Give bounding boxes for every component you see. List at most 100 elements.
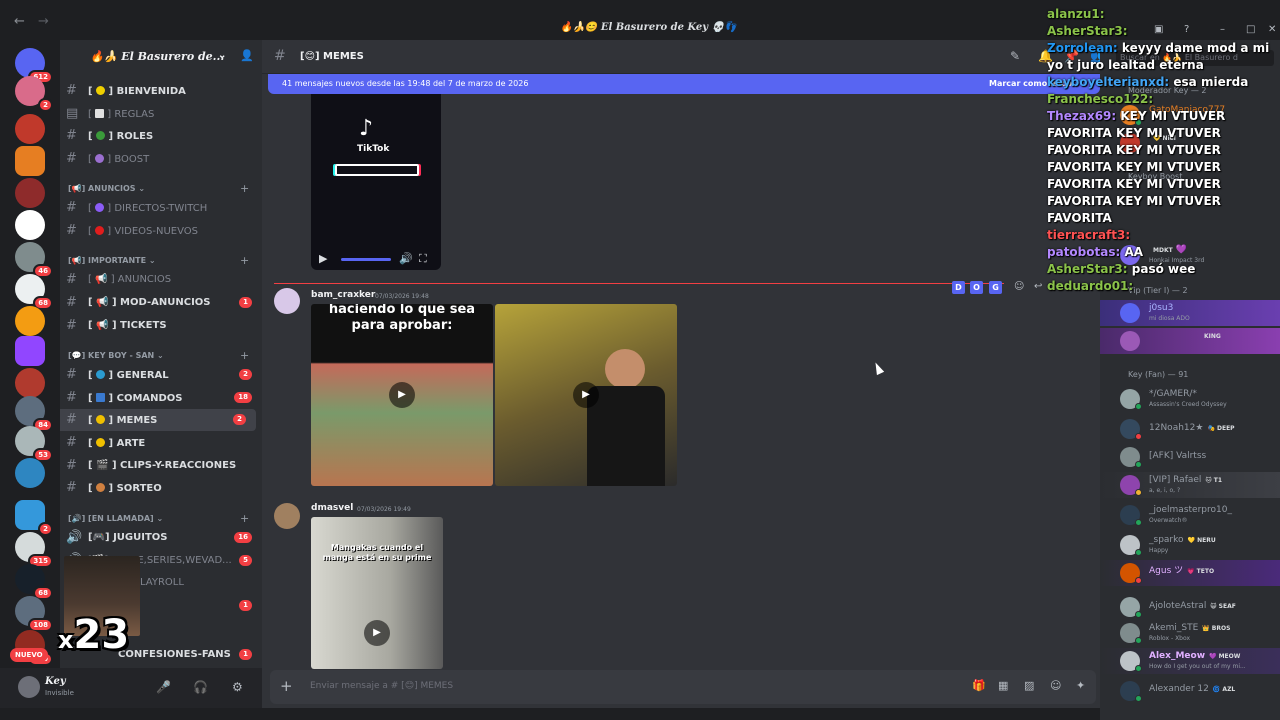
channel-bienvenida[interactable]: # [ ] BIENVENIDA	[60, 80, 262, 102]
member-name-text: [VIP] Rafael	[1149, 475, 1202, 485]
add-channel-icon[interactable]: +	[240, 182, 249, 195]
home-icon[interactable]: 612	[15, 48, 53, 84]
forward-icon[interactable]: →	[38, 14, 49, 29]
channel-boost[interactable]: # [ ] BOOST	[60, 148, 262, 170]
volume-icon[interactable]: 🔊	[399, 252, 413, 265]
member-item[interactable]: 12Noah12★ 🎭 DEEP	[1100, 416, 1280, 442]
channel-tickets[interactable]: # [ 📢 ] TICKETS	[60, 315, 262, 337]
member-item[interactable]: AjoloteAstral 😺 SEAF	[1100, 594, 1280, 620]
play-icon[interactable]: ▶	[573, 382, 599, 408]
reaction-d[interactable]: D	[952, 281, 965, 294]
fullscreen-icon[interactable]: ⛶	[419, 252, 427, 266]
channel-memes[interactable]: # [ ] MEMES 2	[60, 409, 256, 431]
member-item[interactable]: Alex_Meow 💜 MEOW How do I get you out of m…	[1100, 648, 1280, 674]
server-icon[interactable]	[15, 458, 45, 488]
member-item[interactable]: _joelmasterpro10_ Overwatch®	[1100, 502, 1280, 528]
threads-icon[interactable]: ✎	[1010, 49, 1020, 63]
server-icon[interactable]: 84	[15, 396, 53, 432]
server-icon[interactable]: 53	[15, 426, 53, 462]
emoji-icon[interactable]: ☺	[1014, 281, 1024, 292]
author-name[interactable]: dmasvel	[311, 503, 353, 513]
reply-icon[interactable]: ↩	[1034, 281, 1042, 292]
new-badge[interactable]: NUEVO	[10, 648, 48, 662]
reaction-o[interactable]: O	[970, 281, 983, 294]
member-item[interactable]: */GAMER/* Assassin's Creed Odyssey	[1100, 386, 1280, 412]
server-icon[interactable]: 108	[15, 596, 53, 632]
gif-icon[interactable]: ▦	[998, 679, 1008, 692]
sticker-icon[interactable]: ▨	[1024, 679, 1034, 692]
back-icon[interactable]: ←	[14, 14, 25, 29]
new-messages-bar[interactable]: 41 mensajes nuevos desde las 19:48 del 7…	[268, 74, 1100, 94]
member-tag: 😺 SEAF	[1210, 603, 1236, 610]
server-icon[interactable]: 68	[15, 564, 53, 600]
avatar[interactable]	[274, 288, 300, 314]
headset-icon[interactable]: 🎧	[193, 680, 208, 694]
server-icon[interactable]: 46	[15, 242, 53, 278]
category-key-boy[interactable]: [💬] KEY BOY - SAN ⌄ +	[68, 349, 249, 362]
video-attachment[interactable]: haciendo lo que sea para aprobar: ▶	[311, 304, 493, 486]
channel-videos-nuevos[interactable]: # [ ] VIDEOS-NUEVOS	[60, 220, 262, 242]
server-header[interactable]: 🔥🍌 El Basurero de... ⌄ 👤	[60, 40, 262, 74]
author-name[interactable]: bam_craxker	[311, 290, 375, 300]
server-icon[interactable]: 2	[15, 76, 53, 112]
add-attachment-icon[interactable]: +	[280, 677, 293, 695]
member-item[interactable]: Akemi_STE 👑 BROS Roblox - Xbox	[1100, 620, 1280, 646]
category-anuncios[interactable]: [📢] ANUNCIOS ⌄ +	[68, 182, 249, 195]
channel-name: DIRECTOS-TWITCH	[114, 203, 208, 214]
video-attachment[interactable]: ▶	[495, 304, 677, 486]
emoji-icon[interactable]: ☺	[1050, 679, 1061, 692]
channel-arte[interactable]: # [ ] ARTE	[60, 432, 262, 454]
member-tag: 🎭 DEEP	[1207, 425, 1235, 432]
channel-general[interactable]: # [ ] GENERAL 2	[60, 364, 262, 386]
server-icon[interactable]	[15, 368, 45, 398]
reaction-g[interactable]: G	[989, 281, 1002, 294]
add-channel-icon[interactable]: +	[240, 254, 249, 267]
channel-roles[interactable]: # [ ] ROLES	[60, 125, 262, 147]
category-en-llamada[interactable]: [🔊] [EN LLAMADA] ⌄ +	[68, 512, 249, 525]
server-icon[interactable]	[15, 178, 45, 208]
voice-channel-juguitos[interactable]: 🔊 [🎮] JUGUITOS 16	[60, 527, 262, 549]
play-icon[interactable]: ▶	[364, 620, 390, 646]
member-item[interactable]: _sparko 💛 NERU Happy	[1100, 532, 1280, 558]
member-item[interactable]: Alexander 12 🌀 AZL	[1100, 678, 1280, 704]
twitch-icon[interactable]	[15, 336, 45, 366]
add-channel-icon[interactable]: +	[240, 512, 249, 525]
gift-icon[interactable]: 🎁	[972, 679, 986, 692]
mic-icon[interactable]: 🎤	[156, 680, 171, 694]
volume-slider[interactable]	[341, 258, 391, 261]
channel-mod-anuncios[interactable]: # [ 📢 ] MOD-ANUNCIOS 1	[60, 292, 262, 314]
member-item[interactable]: [VIP] Rafael 🐱 T1 a, e, i, o, ?	[1100, 472, 1280, 498]
server-icon[interactable]	[15, 306, 45, 336]
server-icon[interactable]: 315	[15, 532, 53, 568]
channel-comandos[interactable]: # [ ] COMANDOS 18	[60, 387, 262, 409]
channel-clips[interactable]: # [ 🎬 ] CLIPS-Y-REACCIONES	[60, 455, 262, 477]
message-composer[interactable]: + Enviar mensaje a # [😊] MEMES 🎁 ▦ ▨ ☺ ✦	[270, 670, 1096, 704]
server-icon[interactable]	[15, 146, 45, 176]
play-icon[interactable]: ▶	[319, 252, 327, 265]
member-item[interactable]: [AFK] Valrtss	[1100, 444, 1280, 470]
video-attachment[interactable]: Mangakas cuando el manga está en su prim…	[311, 517, 443, 669]
tiktok-video[interactable]: ♪ TikTok ▶ 🔊 ⛶	[311, 94, 441, 270]
chat-line: AsherStar3: pasó wee	[1047, 261, 1280, 278]
channel-anuncios[interactable]: # [ 📢 ] ANUNCIOS	[60, 269, 262, 291]
category-importante[interactable]: [📢] IMPORTANTE ⌄ +	[68, 254, 249, 267]
server-icon[interactable]: 2	[15, 500, 53, 536]
server-icon[interactable]: 68	[15, 274, 53, 310]
member-item[interactable]: Agus ツ 💗 TETO	[1100, 560, 1280, 586]
apps-icon[interactable]: ✦	[1076, 679, 1085, 692]
chat-line: Thezax69: KEY MI VTUVER FAVORITA KEY MI …	[1047, 108, 1280, 227]
play-icon[interactable]: ▶	[389, 382, 415, 408]
add-channel-icon[interactable]: +	[240, 349, 249, 362]
avatar[interactable]	[274, 503, 300, 529]
channel-directos-twitch[interactable]: # [ ] DIRECTOS-TWITCH	[60, 197, 262, 219]
gear-icon[interactable]: ⚙	[232, 680, 243, 694]
add-user-icon[interactable]: 👤	[240, 49, 254, 62]
message-input[interactable]: Enviar mensaje a # [😊] MEMES	[310, 681, 453, 691]
member-activity: Roblox - Xbox	[1149, 635, 1191, 642]
avatar[interactable]	[18, 676, 40, 698]
server-icon[interactable]	[15, 114, 45, 144]
server-icon[interactable]	[15, 210, 45, 240]
member-name: 12Noah12★ 🎭 DEEP	[1149, 423, 1235, 433]
channel-sorteo[interactable]: # [ ] SORTEO	[60, 477, 262, 499]
channel-reglas[interactable]: ▤ [ ] REGLAS	[60, 103, 262, 125]
